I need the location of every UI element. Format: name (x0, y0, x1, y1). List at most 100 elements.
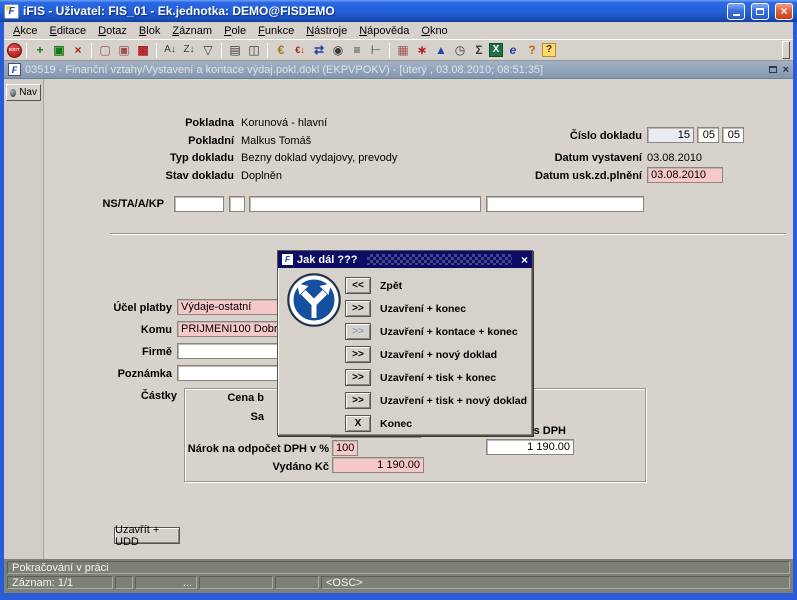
vydano-kc-label: Vydáno Kč (159, 461, 329, 473)
browser-icon[interactable]: e (504, 41, 522, 59)
pokladna-value: Korunová - hlavní (241, 117, 327, 129)
form-separator (110, 233, 786, 235)
exit-icon[interactable]: EXIT (7, 43, 22, 58)
menu-editace[interactable]: Editace (43, 24, 92, 38)
post-euro-icon[interactable]: €↓ (291, 41, 309, 59)
status-cell-osc: <OSC> (321, 576, 790, 589)
sazba-label-fragment: Sa (219, 411, 264, 423)
print-icon[interactable]: ▤ (226, 41, 244, 59)
cislo-dokladu-field-1[interactable]: 15 (647, 127, 694, 143)
exchange-icon[interactable]: ⇄ (310, 41, 328, 59)
akce-field[interactable] (249, 196, 481, 212)
menu-dotaz[interactable]: Dotaz (92, 24, 133, 38)
narok-dph-field[interactable]: 100 (332, 440, 358, 456)
web-spider-icon[interactable]: ∗ (413, 41, 431, 59)
uzavreni-novy-doklad-label: Uzavření + nový doklad (380, 349, 497, 361)
menu-bar: Akce Editace Dotaz Blok Záznam Pole Funk… (4, 22, 793, 39)
ifis-logo-icon: F (4, 4, 19, 19)
tree-view-icon[interactable]: ⊢ (367, 41, 385, 59)
toolbar-separator (156, 43, 157, 58)
maximize-button[interactable] (751, 3, 769, 20)
dialog-close-icon[interactable]: × (521, 253, 528, 267)
uzavreni-novy-doklad-button[interactable]: >> (345, 346, 371, 363)
status-bar: Pokračování v práci Záznam: 1/1 ... <OSC… (4, 559, 793, 593)
mdi-close-icon[interactable]: × (783, 64, 789, 76)
excel-export-icon[interactable]: X (489, 43, 503, 57)
nav-tab[interactable]: Nav (6, 84, 41, 101)
row-list-icon[interactable]: ≡ (348, 41, 366, 59)
calendar-icon[interactable]: ▦ (394, 41, 412, 59)
sum-sigma-icon[interactable]: Σ (470, 41, 488, 59)
filter-icon[interactable]: ▽ (199, 41, 217, 59)
copy-field-icon[interactable]: ▢ (96, 41, 114, 59)
menu-blok[interactable]: Blok (133, 24, 166, 38)
firme-label: Firmě (72, 346, 172, 358)
window-title: iFIS - Uživatel: FIS_01 - Ek.jednotka: D… (23, 4, 721, 18)
vydano-kc-field[interactable]: 1 190.00 (332, 457, 424, 473)
fork-road-sign-icon (287, 273, 341, 327)
celkem-s-dph-value-field[interactable]: 1 190.00 (486, 439, 574, 455)
uzavreni-tisk-konec-button[interactable]: >> (345, 369, 371, 386)
left-sidebar: Nav (4, 79, 44, 559)
castky-label: Částky (104, 390, 177, 402)
poznamka-label: Poznámka (72, 368, 172, 380)
print-setup-icon[interactable]: ◫ (245, 41, 263, 59)
kp-field[interactable] (486, 196, 644, 212)
sort-ascending-icon[interactable]: A↓ (161, 41, 179, 59)
copy-record-icon[interactable]: ▣ (115, 41, 133, 59)
uzavreni-konec-button[interactable]: >> (345, 300, 371, 317)
close-button[interactable]: × (775, 3, 793, 20)
menu-pole[interactable]: Pole (218, 24, 252, 38)
mdi-restore-icon[interactable] (769, 66, 777, 73)
komu-label: Komu (72, 324, 172, 336)
jak-dal-dialog: F Jak dál ??? × << Zpět >> Uzavření + ko… (277, 250, 533, 436)
datum-plneni-field[interactable]: 03.08.2010 (647, 167, 723, 183)
zpet-button[interactable]: << (345, 277, 371, 294)
zoom-document-icon[interactable]: ◉ (329, 41, 347, 59)
konec-button[interactable]: X (345, 415, 371, 432)
narok-dph-label: Nárok na odpočet DPH v % (159, 443, 329, 455)
status-cell-dots: ... (135, 576, 197, 589)
menu-okno[interactable]: Okno (415, 24, 453, 38)
mdi-window-title: 03519 - Finanční vztahy/Vystavení a kont… (25, 64, 765, 76)
uzavreni-tisk-konec-label: Uzavření + tisk + konec (380, 372, 496, 384)
uzavreni-tisk-novy-doklad-button[interactable]: >> (345, 392, 371, 409)
menu-funkce[interactable]: Funkce (252, 24, 300, 38)
menu-akce[interactable]: Akce (7, 24, 43, 38)
context-help-icon[interactable]: ? (523, 41, 541, 59)
cena-label-fragment: Cena b (204, 392, 264, 404)
minimize-button[interactable] (727, 3, 745, 20)
uzavreni-tisk-novy-doklad-label: Uzavření + tisk + nový doklad (380, 395, 527, 407)
status-message: Pokračování v práci (7, 561, 790, 574)
sort-descending-icon[interactable]: Z↓ (180, 41, 198, 59)
insert-record-icon[interactable]: + (31, 41, 49, 59)
konec-label: Konec (380, 418, 412, 430)
uzavrit-udd-button[interactable]: Uzavřít + UDD (114, 527, 180, 544)
status-cell-empty-3 (275, 576, 319, 589)
pokladna-label: Pokladna (84, 117, 234, 129)
mdi-titlebar: F 03519 - Finanční vztahy/Vystavení a ko… (4, 61, 793, 79)
uzavreni-konec-label: Uzavření + konec (380, 303, 466, 315)
ta-field[interactable] (229, 196, 245, 212)
cut-euro-icon[interactable]: € (272, 41, 290, 59)
toolbar-handle[interactable] (782, 41, 790, 59)
menu-zaznam[interactable]: Záznam (166, 24, 218, 38)
clock-icon[interactable]: ◷ (451, 41, 469, 59)
pokladni-value: Malkus Tomáš (241, 135, 311, 147)
toolbar-separator (267, 43, 268, 58)
menu-nastroje[interactable]: Nástroje (300, 24, 353, 38)
typ-dokladu-label: Typ dokladu (84, 152, 234, 164)
cislo-dokladu-field-2[interactable]: 05 (697, 127, 719, 143)
pokladni-label: Pokladní (84, 135, 234, 147)
copy-block-icon[interactable]: ▩ (134, 41, 152, 59)
delete-record-icon[interactable]: × (69, 41, 87, 59)
chart-icon[interactable]: ▲ (432, 41, 450, 59)
menu-napoveda[interactable]: Nápověda (353, 24, 415, 38)
save-record-icon[interactable]: ▣ (50, 41, 68, 59)
window-titlebar: F iFIS - Uživatel: FIS_01 - Ek.jednotka:… (0, 0, 797, 22)
help-icon[interactable]: ? (542, 43, 556, 57)
uzavreni-kontace-konec-button[interactable]: >> (345, 323, 371, 340)
ns-field[interactable] (174, 196, 224, 212)
record-counter: Záznam: 1/1 (7, 576, 113, 589)
cislo-dokladu-field-3[interactable]: 05 (722, 127, 744, 143)
